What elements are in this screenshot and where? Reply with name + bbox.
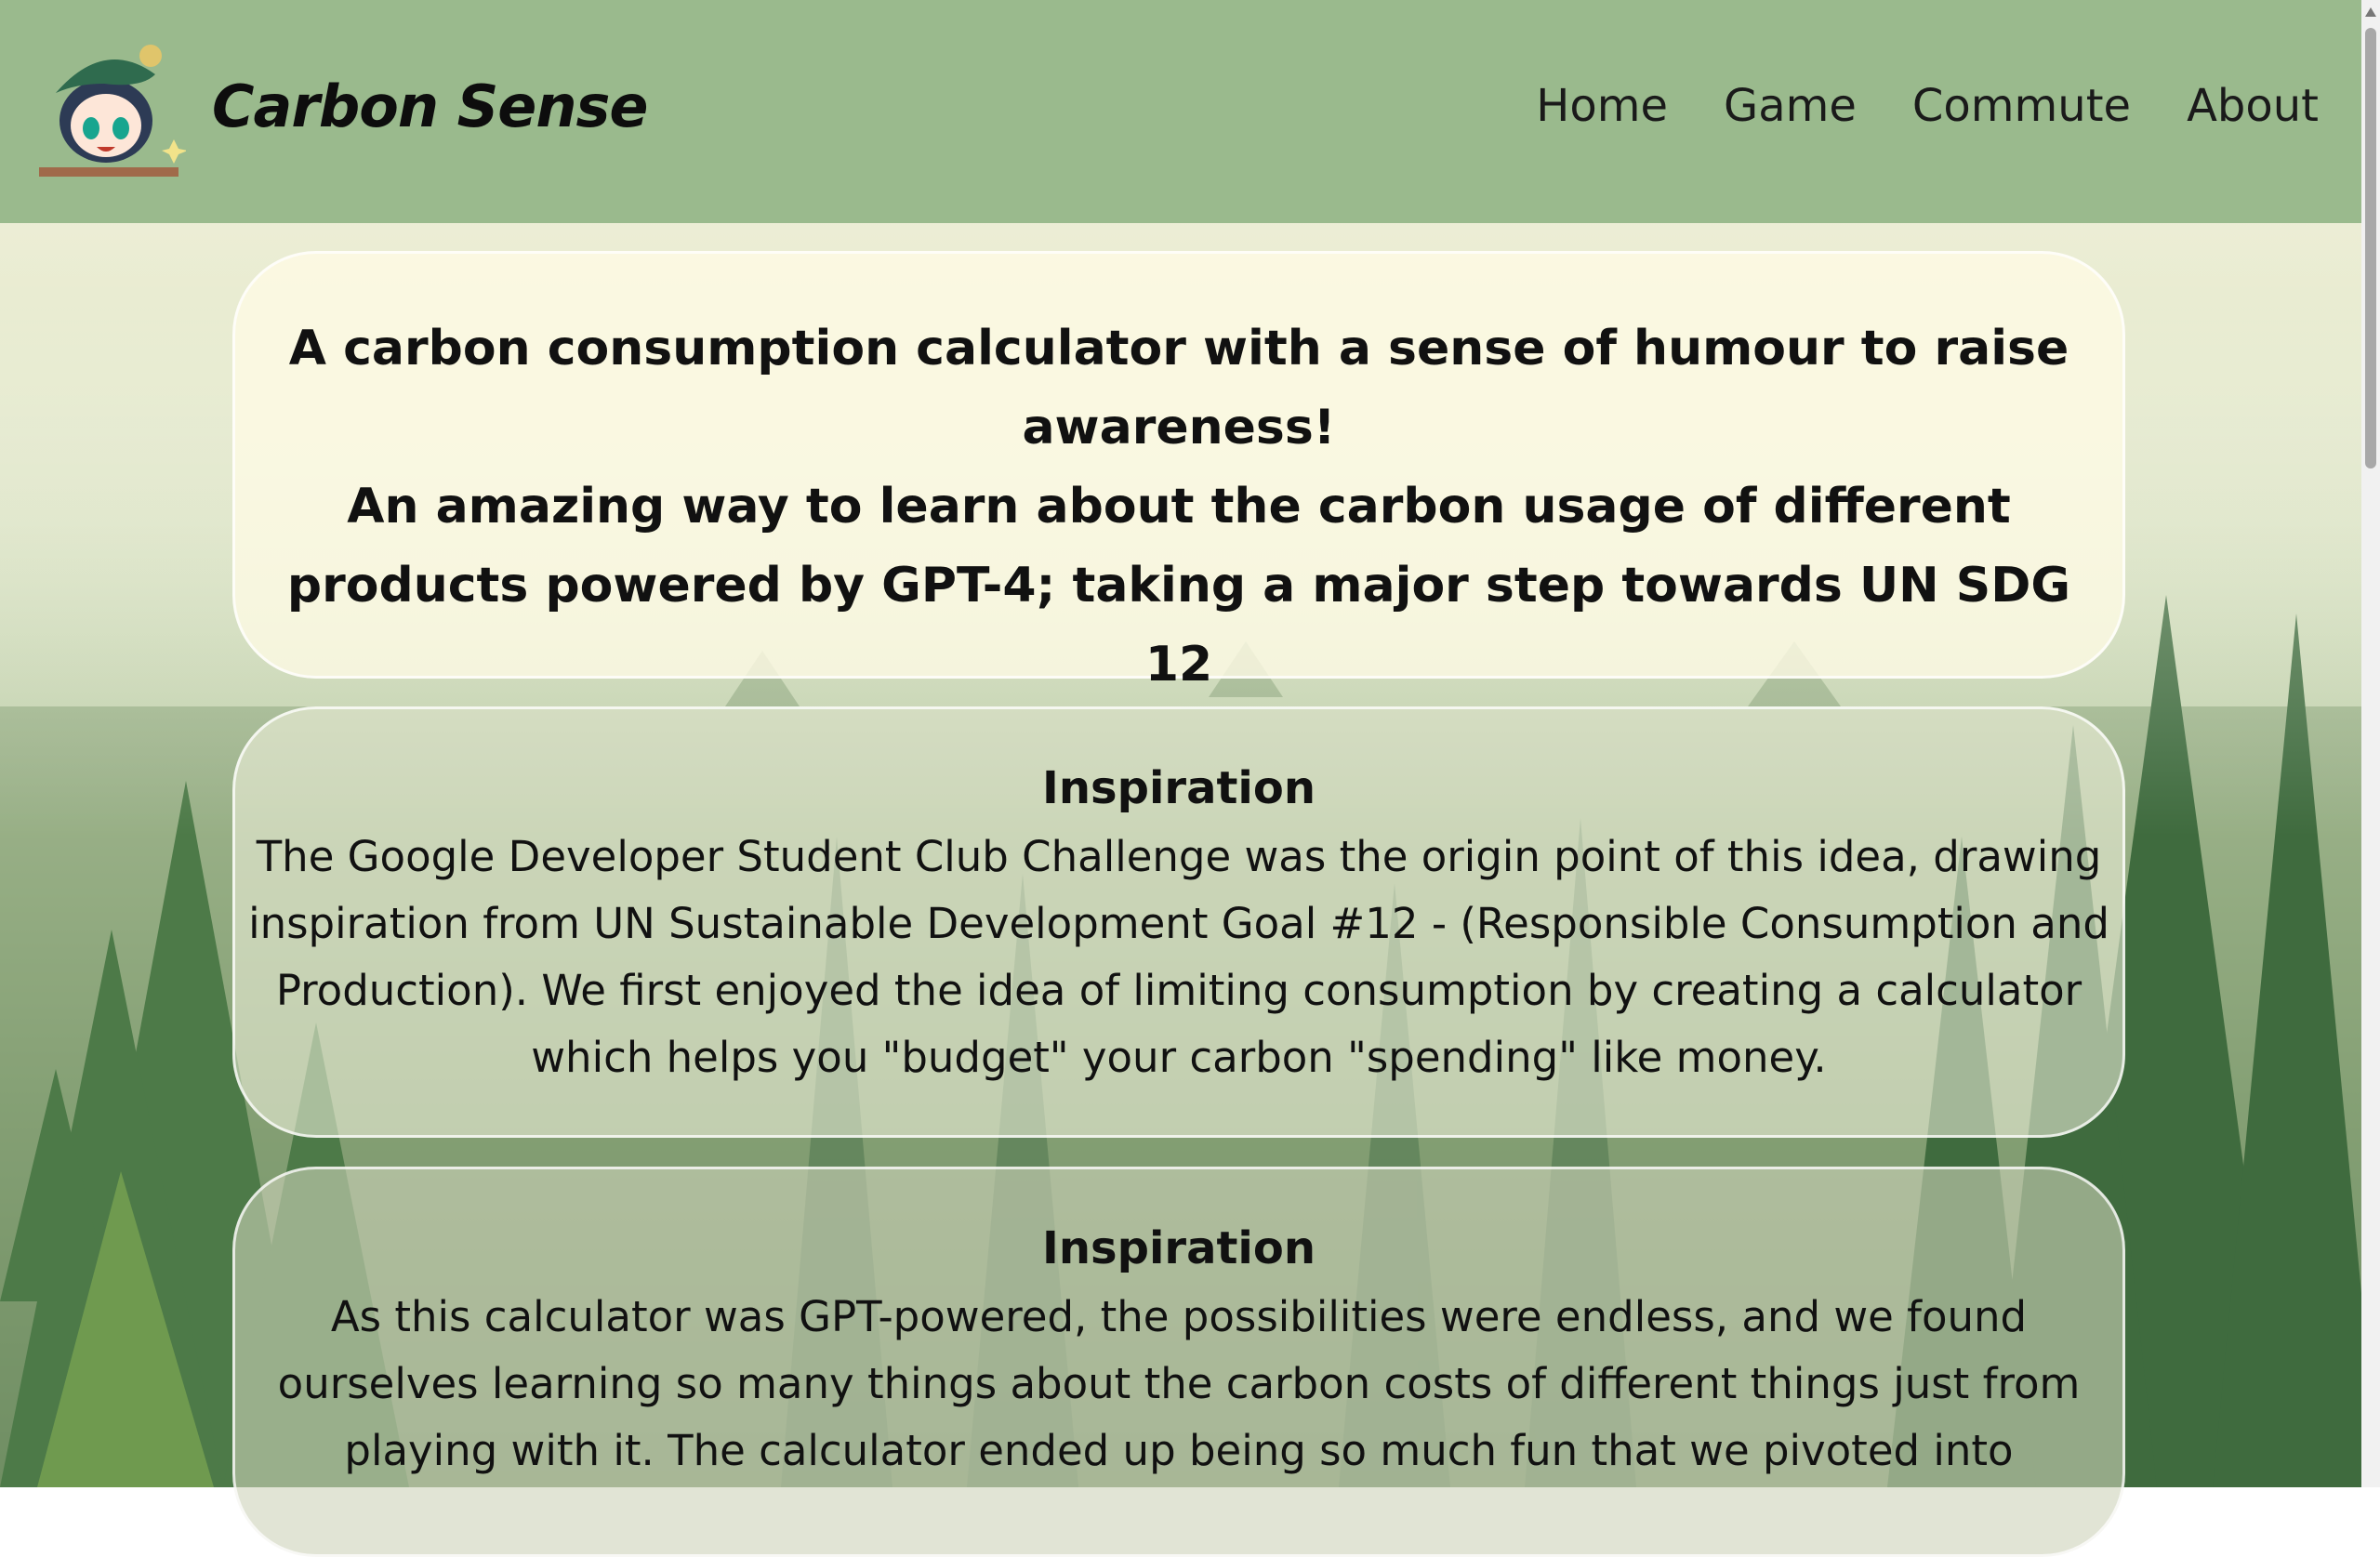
chibi-character-logo-icon[interactable] xyxy=(39,37,188,184)
brand-title[interactable]: Carbon Sense xyxy=(212,73,648,140)
scroll-up-arrow-icon[interactable] xyxy=(2365,7,2376,17)
section-body: The Google Developer Student Club Challe… xyxy=(248,832,2109,1082)
section-title: Inspiration xyxy=(1041,762,1316,814)
inspiration-card-1: Inspiration The Google Developer Student… xyxy=(232,706,2125,1138)
inspiration-card-2: Inspiration As this calculator was GPT-p… xyxy=(232,1167,2125,1557)
scrollbar-thumb[interactable] xyxy=(2365,28,2376,468)
page-scrollbar[interactable] xyxy=(2361,0,2380,1487)
section-title: Inspiration xyxy=(1041,1222,1316,1274)
hero-description: An amazing way to learn about the carbon… xyxy=(286,479,2071,693)
nav-about[interactable]: About xyxy=(2187,80,2319,132)
site-header: Carbon Sense Home Game Commute About xyxy=(0,0,2361,223)
nav-game[interactable]: Game xyxy=(1724,80,1857,132)
hero-tagline: A carbon consumption calculator with a s… xyxy=(288,321,2069,455)
nav-home[interactable]: Home xyxy=(1536,80,1668,132)
main-nav: Home Game Commute About xyxy=(1536,80,2319,132)
hero-card: A carbon consumption calculator with a s… xyxy=(232,251,2125,693)
section-body: As this calculator was GPT-powered, the … xyxy=(277,1292,2081,1475)
nav-commute[interactable]: Commute xyxy=(1912,80,2131,132)
